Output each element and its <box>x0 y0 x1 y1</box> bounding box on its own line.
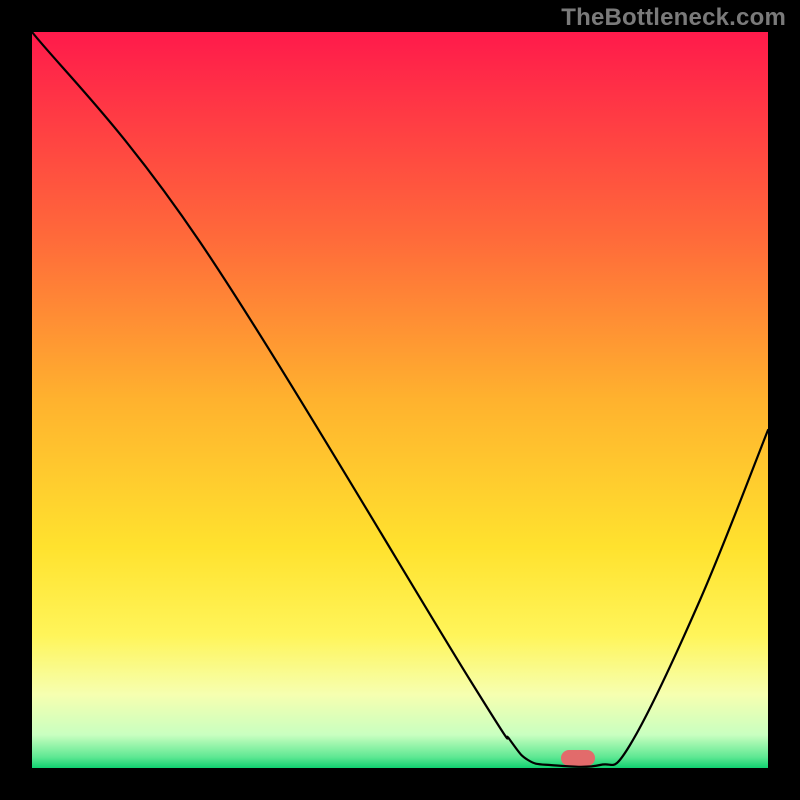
optimal-marker <box>561 750 595 766</box>
chart-frame: { "watermark": "TheBottleneck.com", "cha… <box>0 0 800 800</box>
bottleneck-chart <box>0 0 800 800</box>
plot-background <box>32 32 768 768</box>
